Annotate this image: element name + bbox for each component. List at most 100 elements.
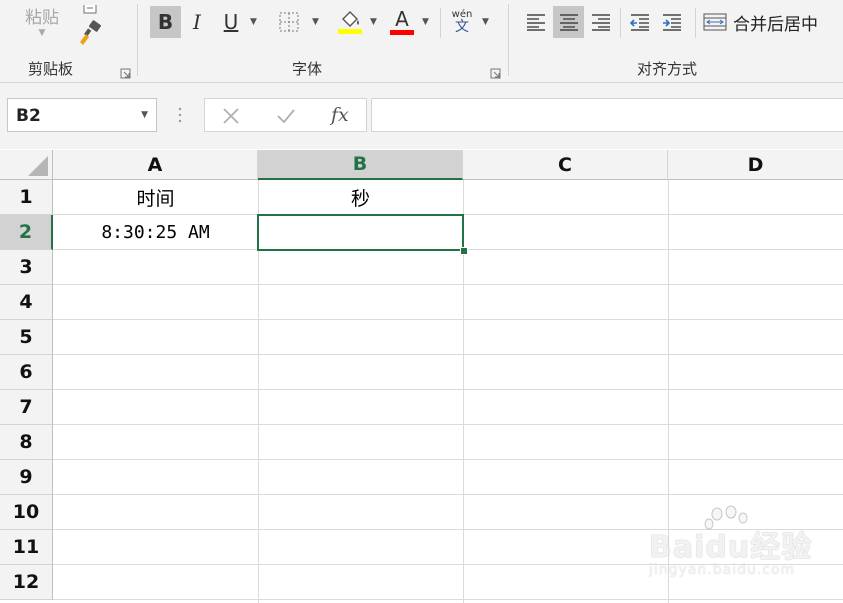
cell-b1[interactable]: 秒	[258, 180, 463, 215]
alignment-inner-separator	[695, 8, 696, 38]
increase-indent-icon	[663, 14, 681, 31]
cell-a1[interactable]: 时间	[53, 180, 258, 215]
formula-input[interactable]	[371, 98, 843, 132]
column-header-label: C	[558, 153, 572, 176]
paste-dropdown-icon: ▼	[38, 27, 46, 38]
gridline	[53, 389, 843, 390]
row-header-label: 9	[19, 466, 33, 488]
column-header-label: A	[147, 153, 163, 176]
row-header-10[interactable]: 10	[0, 495, 53, 530]
column-header-a[interactable]: A	[53, 150, 258, 180]
row-header-4[interactable]: 4	[0, 285, 53, 320]
gridline	[53, 284, 843, 285]
bold-label: B	[157, 10, 174, 34]
cell-a2[interactable]: 8:30:25 AM	[53, 215, 258, 250]
baidu-watermark: Baidu经验 jingyan.baidu.com	[645, 505, 835, 588]
row-header-8[interactable]: 8	[0, 425, 53, 460]
gridline	[53, 354, 843, 355]
font-color-swatch	[390, 30, 414, 35]
row-header-label: 6	[19, 361, 33, 383]
gridline	[53, 494, 843, 495]
merge-center-button[interactable]: 合并后居中	[703, 6, 843, 38]
phonetic-guide-button[interactable]: wén 文	[448, 6, 476, 38]
fill-color-button[interactable]	[336, 6, 364, 38]
row-header-11[interactable]: 11	[0, 530, 53, 565]
align-center-icon	[559, 14, 578, 31]
borders-dropdown-icon[interactable]: ▼	[312, 17, 319, 27]
font-dialog-launcher-icon[interactable]	[490, 64, 501, 79]
merge-center-label: 合并后居中	[733, 14, 818, 35]
copy-icon[interactable]	[80, 0, 102, 14]
cancel-icon[interactable]	[222, 107, 240, 125]
row-header-12[interactable]: 12	[0, 565, 53, 600]
fill-handle[interactable]	[460, 247, 468, 255]
underline-dropdown-icon[interactable]: ▼	[250, 17, 257, 27]
cell-a2-value: 8:30:25 AM	[101, 222, 210, 243]
row-header-2[interactable]: 2	[0, 215, 53, 250]
cell-b1-value: 秒	[350, 188, 370, 210]
watermark-line1: Baidu经验	[649, 530, 813, 565]
gridline	[53, 424, 843, 425]
column-header-label: B	[352, 153, 368, 175]
font-group-label: 字体	[292, 60, 323, 78]
clipboard-group-label: 剪贴板	[28, 60, 74, 78]
row-header-9[interactable]: 9	[0, 460, 53, 495]
clipboard-dialog-launcher-icon[interactable]	[120, 64, 131, 79]
gridline	[53, 319, 843, 320]
name-box[interactable]: B2 ▼	[7, 98, 157, 132]
fill-color-dropdown-icon[interactable]: ▼	[370, 17, 377, 27]
font-inner-separator	[440, 8, 441, 38]
cell-a1-value: 时间	[136, 188, 175, 210]
row-header-7[interactable]: 7	[0, 390, 53, 425]
row-header-1[interactable]: 1	[0, 180, 53, 215]
row-header-label: 10	[12, 501, 40, 523]
name-box-dropdown-icon[interactable]: ▼	[141, 110, 148, 120]
column-header-label: D	[747, 153, 764, 176]
align-right-icon	[592, 14, 610, 31]
enter-check-icon[interactable]	[276, 107, 296, 125]
alignment-group-label: 对齐方式	[637, 60, 698, 78]
align-left-button[interactable]	[521, 6, 551, 38]
gridline	[53, 459, 843, 460]
font-color-glyph: A	[395, 7, 409, 31]
font-color-dropdown-icon[interactable]: ▼	[422, 17, 429, 27]
watermark-line2: jingyan.baidu.com	[649, 562, 796, 578]
row-header-label: 7	[19, 396, 33, 418]
column-header-b[interactable]: B	[258, 150, 463, 180]
ribbon: 粘贴 ▼ 剪贴板 B I U ▼ ▼ ▼ A ▼ wén 文 ▼ 字体 合并后居…	[0, 0, 843, 83]
underline-button[interactable]: U	[218, 6, 244, 38]
phonetic-dropdown-icon[interactable]: ▼	[482, 17, 489, 27]
align-right-button[interactable]	[586, 6, 616, 38]
paste-button[interactable]: 粘贴 ▼	[20, 0, 64, 46]
align-center-button[interactable]	[553, 6, 584, 38]
column-header-c[interactable]: C	[463, 150, 668, 180]
row-header-label: 11	[12, 536, 40, 558]
row-header-label: 12	[12, 571, 40, 593]
alignment-inner-separator	[620, 8, 621, 38]
merge-center-icon	[703, 13, 727, 31]
decrease-indent-icon	[629, 14, 649, 31]
column-header-d[interactable]: D	[668, 150, 843, 180]
decrease-indent-button[interactable]	[625, 6, 655, 38]
format-painter-icon[interactable]	[77, 20, 103, 46]
increase-indent-button[interactable]	[657, 6, 687, 38]
gridline	[53, 599, 843, 600]
active-cell-border	[257, 214, 464, 251]
row-header-3[interactable]: 3	[0, 250, 53, 285]
clipboard-group: 粘贴 ▼ 剪贴板	[0, 0, 137, 82]
row-header-label: 2	[18, 221, 33, 243]
row-header-label: 4	[19, 291, 33, 313]
select-all-button[interactable]	[0, 150, 53, 180]
fill-color-swatch	[338, 29, 362, 34]
row-header-6[interactable]: 6	[0, 355, 53, 390]
insert-function-button[interactable]: fx	[331, 104, 349, 126]
paste-label: 粘贴	[25, 7, 59, 28]
underline-label: U	[223, 10, 239, 34]
row-header-5[interactable]: 5	[0, 320, 53, 355]
borders-button[interactable]	[276, 6, 302, 38]
italic-button[interactable]: I	[184, 6, 210, 38]
formula-bar-splitter-icon[interactable]	[178, 107, 182, 123]
font-color-button[interactable]: A	[388, 6, 416, 38]
bold-button[interactable]: B	[150, 6, 181, 38]
formula-tools: fx	[204, 98, 367, 132]
